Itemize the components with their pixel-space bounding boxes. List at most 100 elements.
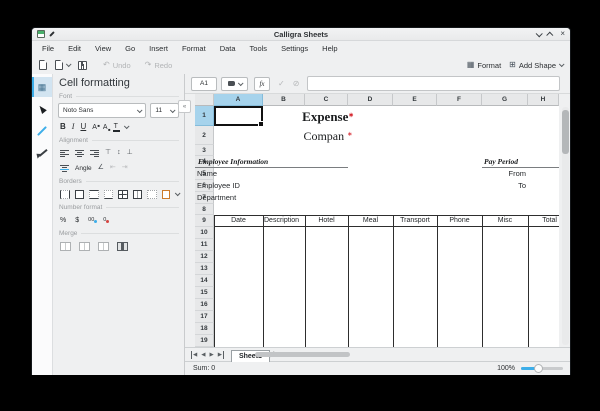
menu-edit[interactable]: Edit <box>61 44 88 53</box>
chevron-down-icon[interactable] <box>124 123 130 129</box>
new-document-button[interactable] <box>39 60 47 70</box>
cells-layer: Expense∗ Compan∗ Employee Information Pa… <box>195 94 559 347</box>
grid-area: A B C D E F G H 1 2 3 <box>185 94 570 347</box>
border-bottom-icon[interactable] <box>104 190 114 199</box>
add-shape-button[interactable]: ⊞Add Shape <box>509 61 563 70</box>
menu-go[interactable]: Go <box>118 44 142 53</box>
cell-reference-box[interactable]: A1 <box>191 77 217 91</box>
tool-selection[interactable] <box>32 99 52 119</box>
menu-tools[interactable]: Tools <box>243 44 275 53</box>
tool-cell-editor[interactable]: ▦ <box>32 77 52 97</box>
table-border <box>528 215 529 347</box>
selected-cell-a1[interactable] <box>214 106 263 126</box>
cell-employee-information[interactable]: Employee Information <box>195 156 348 168</box>
border-color-swatch[interactable] <box>162 190 171 199</box>
vertical-scrollbar[interactable] <box>562 107 569 345</box>
align-bottom-icon[interactable]: ⊥ <box>127 149 133 157</box>
cell-from-label[interactable]: From <box>482 168 526 180</box>
cell-department-label[interactable]: Department <box>197 192 297 204</box>
font-size-select[interactable]: 11 <box>150 103 179 118</box>
increase-indent-icon[interactable]: ⇥ <box>122 164 128 172</box>
cell-name-label[interactable]: Name <box>197 168 297 180</box>
status-bar: Sum: 0 100% <box>185 361 570 375</box>
horizontal-scrollbar-thumb[interactable] <box>255 352 350 357</box>
vertical-scrollbar-thumb[interactable] <box>562 110 569 154</box>
underline-button[interactable]: U <box>80 122 86 132</box>
menu-format[interactable]: Format <box>175 44 213 53</box>
cell-to-label[interactable]: To <box>482 180 526 192</box>
named-range-select[interactable] <box>221 77 248 91</box>
font-color-button[interactable]: T <box>114 123 118 132</box>
next-sheet-icon[interactable]: ▶ <box>209 351 213 359</box>
percent-format-button[interactable]: % <box>60 216 66 225</box>
first-sheet-icon[interactable]: ◀ <box>191 351 197 359</box>
angle-label: Angle <box>75 165 92 172</box>
table-border <box>263 215 264 347</box>
window-title: Calligra Sheets <box>32 30 570 39</box>
italic-button[interactable]: I <box>72 122 75 132</box>
dissociate-cells-icon[interactable] <box>117 242 128 251</box>
menu-data[interactable]: Data <box>213 44 243 53</box>
last-sheet-icon[interactable]: ▶ <box>218 351 224 359</box>
minimize-icon[interactable] <box>536 30 543 37</box>
undo-button[interactable]: ↶Undo <box>103 61 131 70</box>
cell-company[interactable]: Compan∗ <box>263 126 393 145</box>
zoom-slider-handle[interactable] <box>534 364 543 373</box>
formula-input[interactable] <box>307 76 560 91</box>
save-button[interactable] <box>78 61 87 70</box>
border-outline-icon[interactable] <box>75 190 85 199</box>
increase-precision-button[interactable]: 00 <box>88 217 94 223</box>
redo-button[interactable]: ↷Redo <box>145 61 173 70</box>
align-middle-icon[interactable]: ↕ <box>117 149 121 157</box>
alignment-section-label: Alignment <box>59 137 179 144</box>
decrease-indent-icon[interactable]: ⇤ <box>110 164 116 172</box>
chevron-down-icon[interactable] <box>175 191 181 197</box>
border-none-icon[interactable] <box>147 190 157 199</box>
tool-calligraphy[interactable] <box>32 143 52 163</box>
border-top-bottom-icon[interactable] <box>89 190 99 199</box>
align-left-icon[interactable] <box>60 150 69 157</box>
format-button[interactable]: ▦Format <box>467 61 501 70</box>
open-document-button[interactable] <box>55 60 70 70</box>
border-inner-icon[interactable] <box>133 190 143 199</box>
superscript-button[interactable]: A■ <box>92 124 97 131</box>
cancel-icon[interactable]: ⊘ <box>293 79 300 88</box>
tool-line[interactable] <box>32 121 52 141</box>
align-top-icon[interactable]: ⊤ <box>105 149 111 157</box>
rotate-text-icon[interactable]: ∠ <box>98 164 104 172</box>
cell-pay-period[interactable]: Pay Period <box>482 156 559 168</box>
merge-horizontal-icon[interactable] <box>79 242 90 251</box>
zoom-slider[interactable] <box>521 367 563 370</box>
menu-insert[interactable]: Insert <box>142 44 175 53</box>
sum-indicator: Sum: 0 <box>193 365 215 372</box>
border-all-icon[interactable] <box>118 190 128 199</box>
function-button[interactable]: fx <box>254 77 270 91</box>
expense-table-header-row[interactable]: Date Description Hotel Meal Transport Ph… <box>214 215 559 227</box>
titlebar[interactable]: Calligra Sheets × <box>32 28 570 41</box>
accept-icon[interactable]: ✓ <box>278 79 285 88</box>
menu-help[interactable]: Help <box>315 44 344 53</box>
border-left-right-icon[interactable] <box>60 190 70 199</box>
spreadsheet-grid[interactable]: A B C D E F G H 1 2 3 <box>195 94 559 347</box>
wrap-text-icon[interactable] <box>60 165 69 172</box>
merge-vertical-icon[interactable] <box>98 242 109 251</box>
align-center-icon[interactable] <box>75 150 84 157</box>
menu-settings[interactable]: Settings <box>274 44 315 53</box>
merge-cells-icon[interactable] <box>60 242 71 251</box>
cell-employee-id-label[interactable]: Employee ID <box>197 180 297 192</box>
sidebar-collapse-button[interactable]: « <box>178 100 191 113</box>
decrease-precision-button[interactable]: 0 <box>103 217 106 223</box>
bold-button[interactable]: B <box>60 122 66 132</box>
align-right-icon[interactable] <box>90 150 99 157</box>
currency-format-button[interactable]: $ <box>75 216 79 225</box>
subscript-button[interactable]: A■ <box>103 124 108 131</box>
previous-sheet-icon[interactable]: ◀ <box>201 351 205 359</box>
col-misc: Misc <box>482 216 528 226</box>
cell-expense-title[interactable]: Expense∗ <box>263 106 393 126</box>
menu-file[interactable]: File <box>35 44 61 53</box>
font-family-select[interactable]: Noto Sans <box>58 103 146 118</box>
toolbar: ↶Undo ↷Redo ▦Format ⊞Add Shape <box>32 56 570 74</box>
menu-view[interactable]: View <box>88 44 118 53</box>
close-icon[interactable]: × <box>560 31 565 37</box>
chevron-down-icon <box>137 107 143 113</box>
